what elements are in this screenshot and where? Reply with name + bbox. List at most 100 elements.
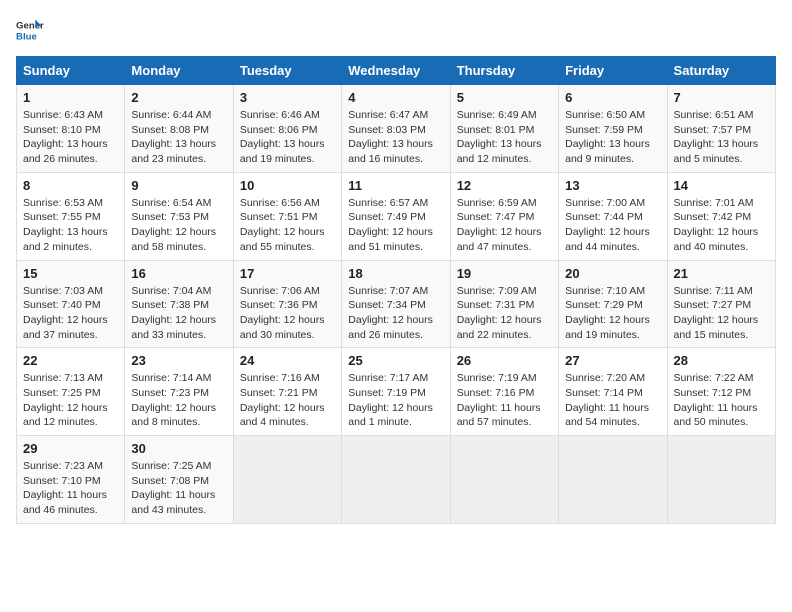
calendar-cell: 16 Sunrise: 7:04 AMSunset: 7:38 PMDayligh… <box>125 260 233 348</box>
day-info: Sunrise: 6:46 AMSunset: 8:06 PMDaylight:… <box>240 109 325 165</box>
day-number: 19 <box>457 266 552 281</box>
day-info: Sunrise: 7:03 AMSunset: 7:40 PMDaylight:… <box>23 285 108 341</box>
weekday-header-saturday: Saturday <box>667 57 775 85</box>
calendar-week-1: 8Sunrise: 6:53 AMSunset: 7:55 PMDaylight… <box>17 172 776 260</box>
day-number: 18 <box>348 266 443 281</box>
calendar-cell <box>342 436 450 524</box>
day-number: 21 <box>674 266 769 281</box>
day-info: Sunrise: 7:22 AMSunset: 7:12 PMDaylight:… <box>674 372 758 428</box>
day-info: Sunrise: 6:50 AMSunset: 7:59 PMDaylight:… <box>565 109 650 165</box>
day-number: 26 <box>457 353 552 368</box>
calendar-week-3: 22Sunrise: 7:13 AMSunset: 7:25 PMDayligh… <box>17 348 776 436</box>
day-info: Sunrise: 7:19 AMSunset: 7:16 PMDaylight:… <box>457 372 541 428</box>
calendar-cell: 18 Sunrise: 7:07 AMSunset: 7:34 PMDayligh… <box>342 260 450 348</box>
page-header: General Blue <box>16 16 776 44</box>
day-info: Sunrise: 7:07 AMSunset: 7:34 PMDaylight:… <box>348 285 433 341</box>
day-number: 7 <box>674 90 769 105</box>
day-info: Sunrise: 6:43 AMSunset: 8:10 PMDaylight:… <box>23 109 108 165</box>
day-info: Sunrise: 7:20 AMSunset: 7:14 PMDaylight:… <box>565 372 649 428</box>
day-number: 24 <box>240 353 335 368</box>
day-info: Sunrise: 7:04 AMSunset: 7:38 PMDaylight:… <box>131 285 216 341</box>
calendar-cell: 13 Sunrise: 7:00 AMSunset: 7:44 PMDayligh… <box>559 172 667 260</box>
calendar-cell <box>667 436 775 524</box>
calendar-cell: 14 Sunrise: 7:01 AMSunset: 7:42 PMDayligh… <box>667 172 775 260</box>
day-number: 2 <box>131 90 226 105</box>
day-number: 10 <box>240 178 335 193</box>
calendar-cell: 22Sunrise: 7:13 AMSunset: 7:25 PMDayligh… <box>17 348 125 436</box>
day-info: Sunrise: 7:17 AMSunset: 7:19 PMDaylight:… <box>348 372 433 428</box>
day-number: 8 <box>23 178 118 193</box>
day-number: 13 <box>565 178 660 193</box>
day-number: 27 <box>565 353 660 368</box>
logo-icon: General Blue <box>16 16 44 44</box>
calendar-cell: 6 Sunrise: 6:50 AMSunset: 7:59 PMDaylight… <box>559 85 667 173</box>
calendar-cell: 5 Sunrise: 6:49 AMSunset: 8:01 PMDaylight… <box>450 85 558 173</box>
calendar-cell: 27 Sunrise: 7:20 AMSunset: 7:14 PMDayligh… <box>559 348 667 436</box>
calendar-cell: 11 Sunrise: 6:57 AMSunset: 7:49 PMDayligh… <box>342 172 450 260</box>
day-number: 9 <box>131 178 226 193</box>
day-info: Sunrise: 6:49 AMSunset: 8:01 PMDaylight:… <box>457 109 542 165</box>
day-info: Sunrise: 6:51 AMSunset: 7:57 PMDaylight:… <box>674 109 759 165</box>
day-number: 17 <box>240 266 335 281</box>
calendar-cell: 23Sunrise: 7:14 AMSunset: 7:23 PMDayligh… <box>125 348 233 436</box>
calendar-cell: 3 Sunrise: 6:46 AMSunset: 8:06 PMDaylight… <box>233 85 341 173</box>
calendar-cell: 1 Sunrise: 6:43 AMSunset: 8:10 PMDaylight… <box>17 85 125 173</box>
calendar-cell: 26 Sunrise: 7:19 AMSunset: 7:16 PMDayligh… <box>450 348 558 436</box>
calendar-week-2: 15 Sunrise: 7:03 AMSunset: 7:40 PMDayligh… <box>17 260 776 348</box>
calendar-cell: 2 Sunrise: 6:44 AMSunset: 8:08 PMDaylight… <box>125 85 233 173</box>
day-number: 6 <box>565 90 660 105</box>
calendar-cell: 12 Sunrise: 6:59 AMSunset: 7:47 PMDayligh… <box>450 172 558 260</box>
weekday-header-wednesday: Wednesday <box>342 57 450 85</box>
calendar-table: SundayMondayTuesdayWednesdayThursdayFrid… <box>16 56 776 524</box>
calendar-cell: 20 Sunrise: 7:10 AMSunset: 7:29 PMDayligh… <box>559 260 667 348</box>
calendar-cell: 24Sunrise: 7:16 AMSunset: 7:21 PMDayligh… <box>233 348 341 436</box>
day-number: 4 <box>348 90 443 105</box>
day-info: Sunrise: 7:10 AMSunset: 7:29 PMDaylight:… <box>565 285 650 341</box>
calendar-cell <box>559 436 667 524</box>
day-info: Sunrise: 6:56 AMSunset: 7:51 PMDaylight:… <box>240 197 325 253</box>
day-number: 3 <box>240 90 335 105</box>
day-info: Sunrise: 7:23 AMSunset: 7:10 PMDaylight:… <box>23 460 107 516</box>
weekday-header-friday: Friday <box>559 57 667 85</box>
day-info: Sunrise: 6:44 AMSunset: 8:08 PMDaylight:… <box>131 109 216 165</box>
calendar-cell: 4 Sunrise: 6:47 AMSunset: 8:03 PMDaylight… <box>342 85 450 173</box>
day-number: 5 <box>457 90 552 105</box>
day-info: Sunrise: 7:06 AMSunset: 7:36 PMDaylight:… <box>240 285 325 341</box>
calendar-cell <box>450 436 558 524</box>
day-info: Sunrise: 7:25 AMSunset: 7:08 PMDaylight:… <box>131 460 215 516</box>
day-info: Sunrise: 7:00 AMSunset: 7:44 PMDaylight:… <box>565 197 650 253</box>
weekday-header-thursday: Thursday <box>450 57 558 85</box>
calendar-cell: 9 Sunrise: 6:54 AMSunset: 7:53 PMDaylight… <box>125 172 233 260</box>
day-number: 14 <box>674 178 769 193</box>
calendar-cell: 17 Sunrise: 7:06 AMSunset: 7:36 PMDayligh… <box>233 260 341 348</box>
calendar-cell <box>233 436 341 524</box>
day-info: Sunrise: 6:54 AMSunset: 7:53 PMDaylight:… <box>131 197 216 253</box>
day-number: 25 <box>348 353 443 368</box>
day-number: 16 <box>131 266 226 281</box>
day-info: Sunrise: 7:01 AMSunset: 7:42 PMDaylight:… <box>674 197 759 253</box>
day-info: Sunrise: 7:09 AMSunset: 7:31 PMDaylight:… <box>457 285 542 341</box>
svg-text:Blue: Blue <box>16 32 37 43</box>
day-number: 30 <box>131 441 226 456</box>
day-number: 15 <box>23 266 118 281</box>
day-info: Sunrise: 7:13 AMSunset: 7:25 PMDaylight:… <box>23 372 108 428</box>
day-number: 23 <box>131 353 226 368</box>
day-number: 1 <box>23 90 118 105</box>
calendar-cell: 30 Sunrise: 7:25 AMSunset: 7:08 PMDayligh… <box>125 436 233 524</box>
weekday-header-monday: Monday <box>125 57 233 85</box>
calendar-week-4: 29Sunrise: 7:23 AMSunset: 7:10 PMDayligh… <box>17 436 776 524</box>
day-info: Sunrise: 6:57 AMSunset: 7:49 PMDaylight:… <box>348 197 433 253</box>
day-info: Sunrise: 6:47 AMSunset: 8:03 PMDaylight:… <box>348 109 433 165</box>
day-number: 28 <box>674 353 769 368</box>
calendar-cell: 19 Sunrise: 7:09 AMSunset: 7:31 PMDayligh… <box>450 260 558 348</box>
calendar-week-0: 1 Sunrise: 6:43 AMSunset: 8:10 PMDaylight… <box>17 85 776 173</box>
calendar-cell: 8Sunrise: 6:53 AMSunset: 7:55 PMDaylight… <box>17 172 125 260</box>
day-info: Sunrise: 6:59 AMSunset: 7:47 PMDaylight:… <box>457 197 542 253</box>
calendar-cell: 25 Sunrise: 7:17 AMSunset: 7:19 PMDayligh… <box>342 348 450 436</box>
calendar-cell: 29Sunrise: 7:23 AMSunset: 7:10 PMDayligh… <box>17 436 125 524</box>
day-number: 11 <box>348 178 443 193</box>
weekday-header-tuesday: Tuesday <box>233 57 341 85</box>
day-number: 12 <box>457 178 552 193</box>
calendar-cell: 7 Sunrise: 6:51 AMSunset: 7:57 PMDaylight… <box>667 85 775 173</box>
day-number: 20 <box>565 266 660 281</box>
